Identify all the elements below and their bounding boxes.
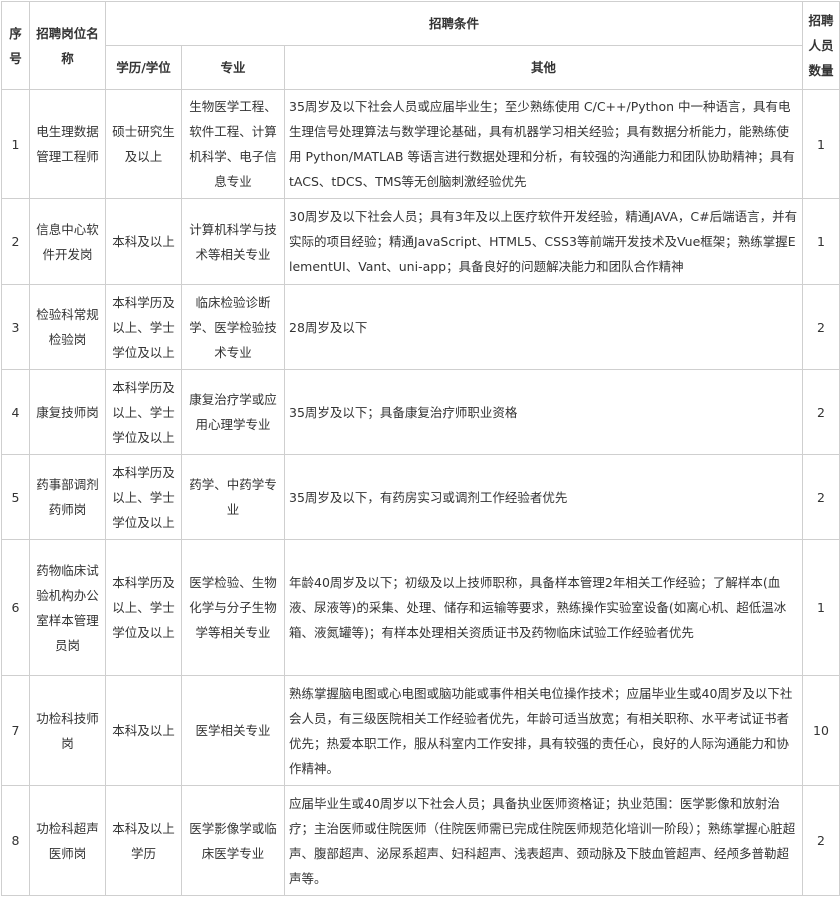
cell-count: 1 [802,198,840,285]
cell-count: 2 [802,369,840,455]
table-row: 1 电生理数据管理工程师 硕士研究生及以上 生物医学工程、软件工程、计算机科学、… [1,89,840,199]
table-row: 2 信息中心软件开发岗 本科及以上 计算机科学与技术等相关专业 30周岁及以下社… [1,198,840,285]
cell-count: 1 [802,539,840,676]
cell-other: 年龄40周岁及以下；初级及以上技师职称，具备样本管理2年相关工作经验；了解样本(… [284,539,803,676]
cell-other: 30周岁及以下社会人员；具有3年及以上医疗软件开发经验，精通JAVA，C#后端语… [284,198,803,285]
cell-position: 功检科技师岗 [29,675,106,786]
cell-position: 药物临床试验机构办公室样本管理员岗 [29,539,106,676]
cell-other: 28周岁及以下 [284,284,803,370]
recruitment-table: 序号 招聘岗位名称 招聘条件 招聘人员数量 学历/学位 专业 其他 1 电生理数… [1,1,840,896]
cell-position: 信息中心软件开发岗 [29,198,106,285]
cell-seq: 8 [1,785,30,896]
cell-education: 本科学历及以上、学士学位及以上 [105,539,182,676]
cell-education: 本科及以上 [105,198,182,285]
header-row-top: 序号 招聘岗位名称 招聘条件 招聘人员数量 [1,1,840,90]
cell-other: 35周岁及以下，有药房实习或调剂工作经验者优先 [284,454,803,540]
cell-seq: 7 [1,675,30,786]
cell-major: 临床检验诊断学、医学检验技术专业 [181,284,285,370]
cell-seq: 3 [1,284,30,370]
cell-major: 生物医学工程、软件工程、计算机科学、电子信息专业 [181,89,285,199]
cell-position: 药事部调剂药师岗 [29,454,106,540]
header-conditions: 招聘条件 [105,1,803,46]
cell-education: 硕士研究生及以上 [105,89,182,199]
header-other: 其他 [284,45,803,90]
cell-count: 2 [802,785,840,896]
header-row-sub: 学历/学位 专业 其他 [2,45,840,90]
header-major: 专业 [181,45,285,90]
cell-position: 电生理数据管理工程师 [29,89,106,199]
cell-education: 本科及以上 [105,675,182,786]
cell-education: 本科学历及以上、学士学位及以上 [105,369,182,455]
cell-position: 检验科常规检验岗 [29,284,106,370]
cell-education: 本科及以上学历 [105,785,182,896]
cell-major: 康复治疗学或应用心理学专业 [181,369,285,455]
cell-count: 1 [802,89,840,199]
cell-seq: 2 [1,198,30,285]
cell-other: 35周岁及以下；具备康复治疗师职业资格 [284,369,803,455]
header-seq: 序号 [1,1,30,90]
table-row: 6 药物临床试验机构办公室样本管理员岗 本科学历及以上、学士学位及以上 医学检验… [1,539,840,676]
header-education: 学历/学位 [105,45,182,90]
cell-position: 康复技师岗 [29,369,106,455]
table-row: 4 康复技师岗 本科学历及以上、学士学位及以上 康复治疗学或应用心理学专业 35… [1,369,840,455]
cell-other: 35周岁及以下社会人员或应届毕业生；至少熟练使用 C/C++/Python 中一… [284,89,803,199]
table-row: 5 药事部调剂药师岗 本科学历及以上、学士学位及以上 药学、中药学专业 35周岁… [1,454,840,540]
cell-major: 药学、中药学专业 [181,454,285,540]
cell-count: 10 [802,675,840,786]
cell-major: 医学相关专业 [181,675,285,786]
cell-position: 功检科超声医师岗 [29,785,106,896]
cell-other: 应届毕业生或40周岁以下社会人员；具备执业医师资格证；执业范围：医学影像和放射治… [284,785,803,896]
cell-seq: 5 [1,454,30,540]
cell-education: 本科学历及以上、学士学位及以上 [105,454,182,540]
cell-major: 医学检验、生物化学与分子生物学等相关专业 [181,539,285,676]
cell-count: 2 [802,454,840,540]
table-row: 3 检验科常规检验岗 本科学历及以上、学士学位及以上 临床检验诊断学、医学检验技… [1,284,840,370]
cell-other: 熟练掌握脑电图或心电图或脑功能或事件相关电位操作技术；应届毕业生或40周岁及以下… [284,675,803,786]
cell-seq: 4 [1,369,30,455]
table-row: 8 功检科超声医师岗 本科及以上学历 医学影像学或临床医学专业 应届毕业生或40… [1,785,840,896]
table-row: 7 功检科技师岗 本科及以上 医学相关专业 熟练掌握脑电图或心电图或脑功能或事件… [1,675,840,786]
header-position: 招聘岗位名称 [29,1,106,90]
cell-major: 医学影像学或临床医学专业 [181,785,285,896]
cell-seq: 1 [1,89,30,199]
cell-education: 本科学历及以上、学士学位及以上 [105,284,182,370]
cell-count: 2 [802,284,840,370]
cell-major: 计算机科学与技术等相关专业 [181,198,285,285]
header-count: 招聘人员数量 [802,1,840,90]
cell-seq: 6 [1,539,30,676]
